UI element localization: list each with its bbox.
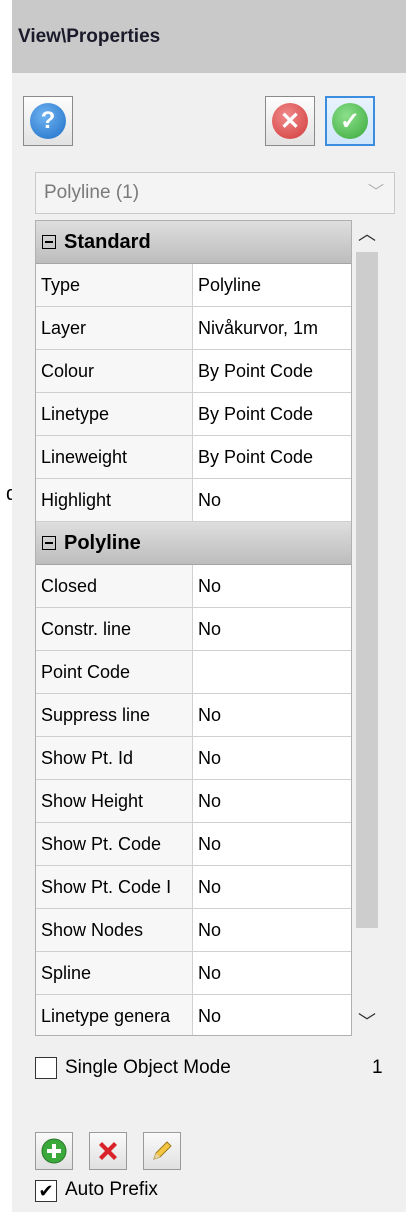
property-value[interactable] (193, 651, 351, 693)
selection-count: 1 (372, 1057, 383, 1078)
property-key: Spline (36, 952, 193, 994)
auto-prefix-label: Auto Prefix (65, 1179, 158, 1200)
scroll-down-icon[interactable]: ﹀ (354, 1008, 380, 1036)
delete-button[interactable] (89, 1132, 127, 1170)
property-key: Linetype genera (36, 995, 193, 1035)
property-key: Show Pt. Code (36, 823, 193, 865)
property-key: Colour (36, 350, 193, 392)
collapse-icon[interactable] (42, 536, 56, 550)
help-icon: ? (30, 103, 66, 139)
object-selector[interactable]: Polyline (1) ﹀ (35, 172, 395, 214)
property-key: Show Pt. Id (36, 737, 193, 779)
property-row[interactable]: Lineweight By Point Code (36, 436, 351, 479)
property-row[interactable]: Constr. line No (36, 608, 351, 651)
chevron-down-icon: ﹀ (367, 184, 384, 201)
property-key: Show Pt. Code I (36, 866, 193, 908)
collapse-icon[interactable] (42, 235, 56, 249)
property-row[interactable]: Show Nodes No (36, 909, 351, 952)
property-row[interactable]: Show Pt. Code No (36, 823, 351, 866)
property-value[interactable]: Nivåkurvor, 1m (193, 307, 351, 349)
property-key: Layer (36, 307, 193, 349)
property-value[interactable]: No (193, 780, 351, 822)
add-icon (41, 1138, 67, 1164)
property-key: Suppress line (36, 694, 193, 736)
property-value[interactable]: No (193, 823, 351, 865)
property-row[interactable]: Show Height No (36, 780, 351, 823)
single-object-mode-label: Single Object Mode (65, 1057, 231, 1078)
add-button[interactable] (35, 1132, 73, 1170)
auto-prefix-checkbox[interactable]: ✔ (35, 1180, 57, 1202)
cancel-icon: ✕ (272, 103, 308, 139)
section-title: Polyline (64, 531, 141, 554)
property-row[interactable]: Highlight No (36, 479, 351, 522)
property-value[interactable]: No (193, 608, 351, 650)
property-row[interactable]: Point Code (36, 651, 351, 694)
scrollbar-thumb[interactable] (356, 252, 378, 928)
property-row[interactable]: Linetype genera No (36, 995, 351, 1035)
property-row[interactable]: Linetype By Point Code (36, 393, 351, 436)
property-row[interactable]: Colour By Point Code (36, 350, 351, 393)
scroll-up-icon[interactable]: ︿ (354, 220, 380, 248)
property-row[interactable]: Show Pt. Id No (36, 737, 351, 780)
property-row[interactable]: Suppress line No (36, 694, 351, 737)
property-key: Lineweight (36, 436, 193, 478)
property-value[interactable]: No (193, 479, 351, 521)
property-key: Type (36, 264, 193, 306)
property-key: Linetype (36, 393, 193, 435)
property-key: Show Height (36, 780, 193, 822)
property-value[interactable]: No (193, 565, 351, 607)
property-row[interactable]: Closed No (36, 565, 351, 608)
property-key: Point Code (36, 651, 193, 693)
property-value[interactable]: By Point Code (193, 393, 351, 435)
property-row[interactable]: Type Polyline (36, 264, 351, 307)
help-button[interactable]: ? (23, 96, 73, 146)
ok-button[interactable]: ✓ (325, 96, 375, 146)
property-value[interactable]: No (193, 866, 351, 908)
property-value[interactable]: No (193, 694, 351, 736)
section-title: Standard (64, 230, 151, 253)
property-value[interactable]: No (193, 995, 351, 1035)
single-object-mode-checkbox[interactable] (35, 1057, 57, 1079)
property-key: Constr. line (36, 608, 193, 650)
pencil-icon (153, 1141, 172, 1160)
cancel-button[interactable]: ✕ (265, 96, 315, 146)
properties-panel: View\Properties ? ✕ ✓ Polyline (1) ﹀ Sta… (12, 0, 406, 1212)
section-polyline[interactable]: Polyline (36, 522, 351, 565)
property-value[interactable]: No (193, 952, 351, 994)
property-value[interactable]: Polyline (193, 264, 351, 306)
object-selector-value: Polyline (1) (44, 182, 140, 203)
section-standard[interactable]: Standard (36, 221, 351, 264)
delete-icon (99, 1142, 117, 1160)
property-row[interactable]: Show Pt. Code I No (36, 866, 351, 909)
panel-title: View\Properties (12, 0, 406, 73)
property-key: Closed (36, 565, 193, 607)
property-key: Show Nodes (36, 909, 193, 951)
ok-icon: ✓ (332, 103, 368, 139)
property-value[interactable]: By Point Code (193, 350, 351, 392)
property-row[interactable]: Layer Nivåkurvor, 1m (36, 307, 351, 350)
property-grid-scrollbar[interactable]: ︿ ﹀ (354, 220, 380, 1036)
property-grid: Standard Type Polyline Layer Nivåkurvor, 1… (35, 220, 352, 1036)
property-value[interactable]: No (193, 909, 351, 951)
property-value[interactable]: No (193, 737, 351, 779)
property-row[interactable]: Spline No (36, 952, 351, 995)
property-value[interactable]: By Point Code (193, 436, 351, 478)
edit-button[interactable] (143, 1132, 181, 1170)
property-key: Highlight (36, 479, 193, 521)
